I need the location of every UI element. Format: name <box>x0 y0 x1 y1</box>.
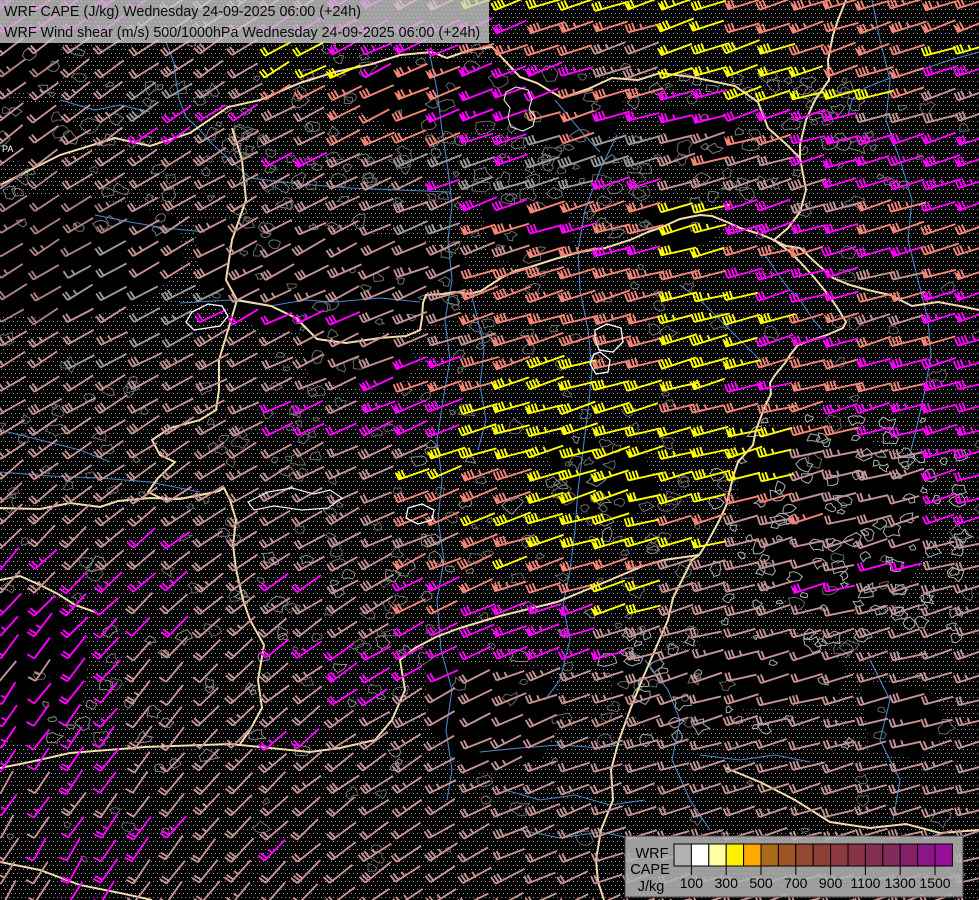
svg-text:J/kg: J/kg <box>638 879 665 895</box>
svg-text:1100: 1100 <box>850 875 880 891</box>
svg-text:WRF CAPE (J/kg) Wednesday 24-0: WRF CAPE (J/kg) Wednesday 24-09-2025 06:… <box>4 4 361 20</box>
svg-text:500: 500 <box>749 875 773 891</box>
svg-text:1500: 1500 <box>919 875 950 891</box>
svg-text:100: 100 <box>680 875 704 891</box>
svg-text:PA: PA <box>2 144 13 154</box>
svg-text:300: 300 <box>715 875 739 891</box>
svg-text:700: 700 <box>784 875 808 891</box>
svg-text:CAPE: CAPE <box>630 862 670 878</box>
svg-text:1300: 1300 <box>885 875 916 891</box>
svg-text:900: 900 <box>819 875 843 891</box>
svg-text:WRF: WRF <box>635 846 668 862</box>
svg-text:WRF Wind shear (m/s) 500/1000h: WRF Wind shear (m/s) 500/1000hPa Wednesd… <box>4 25 480 41</box>
